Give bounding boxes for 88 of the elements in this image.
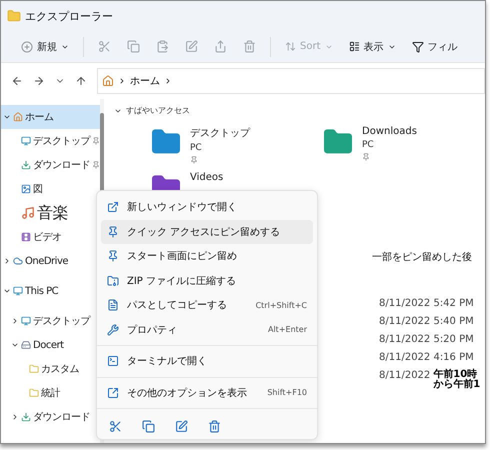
sidebar-item[interactable]: カスタム	[1, 357, 100, 381]
paste-icon	[156, 40, 169, 53]
open-window-icon	[107, 201, 119, 214]
pin-icon	[107, 226, 119, 238]
chevron-down-icon[interactable]	[3, 113, 11, 121]
menu-item[interactable]: スタート画面にピン留め	[101, 244, 313, 268]
plus-icon	[21, 40, 33, 52]
section-title: すばやいアクセス	[126, 105, 190, 116]
new-button[interactable]: 新規	[15, 38, 75, 56]
rename-icon[interactable]	[175, 420, 188, 433]
delete-icon[interactable]	[208, 420, 221, 433]
address-bar[interactable]: ホーム	[97, 68, 485, 94]
up-icon[interactable]	[75, 75, 87, 87]
cut-icon[interactable]	[109, 420, 122, 433]
terminal-icon	[107, 355, 119, 368]
monitor-icon	[21, 136, 31, 146]
date-text: 8/11/2022 4:16 PM	[379, 352, 474, 363]
chevron-right-icon	[164, 77, 172, 85]
view-button[interactable]: 表示	[342, 38, 402, 56]
sidebar-item[interactable]: ダウンロード	[1, 405, 100, 429]
sidebar-item[interactable]: 音楽	[1, 201, 100, 225]
home-icon	[13, 112, 23, 122]
sidebar-item[interactable]: デスクトップ	[1, 309, 100, 333]
sort-icon	[285, 41, 296, 52]
tile-location: PC	[362, 140, 375, 150]
download-icon	[21, 412, 31, 422]
sidebar-item[interactable]: Docert	[1, 333, 100, 357]
home-icon	[102, 75, 114, 87]
cloud-icon	[13, 256, 23, 266]
share-icon	[214, 40, 227, 53]
picture-icon	[21, 184, 31, 194]
document-icon	[107, 299, 119, 312]
menu-item[interactable]: ターミナルで開く	[101, 349, 313, 374]
music-icon	[21, 206, 35, 220]
film-icon	[21, 232, 31, 242]
wrench-icon	[107, 324, 119, 336]
window-title: エクスプローラー	[25, 8, 113, 24]
copy-icon[interactable]	[142, 420, 155, 433]
forward-icon[interactable]	[33, 75, 45, 87]
tile-name[interactable]: デスクトップ	[190, 126, 250, 140]
sidebar-item[interactable]: This PC	[1, 279, 100, 303]
tile-name[interactable]: Videos	[190, 172, 224, 183]
date-text: 8/11/2022	[379, 370, 430, 381]
drive-icon	[21, 340, 31, 350]
chevron-down-icon[interactable]	[11, 341, 19, 349]
tile-location: PC	[190, 143, 203, 153]
tile-name[interactable]: Downloads	[362, 126, 417, 137]
menu-item[interactable]: その他のオプションを表示 Shift+F10	[101, 380, 313, 405]
menu-item[interactable]: ZIP ファイルに圧縮する	[101, 268, 313, 293]
zip-folder-icon	[107, 274, 119, 287]
menu-item[interactable]: 新しいウィンドウで開く	[101, 195, 313, 220]
date-text: 8/11/2022 5:20 PM	[379, 334, 474, 345]
menu-item[interactable]: プロパティ Alt+Enter	[101, 318, 313, 342]
sidebar-item[interactable]: 統計	[1, 381, 100, 405]
rename-icon	[185, 40, 198, 53]
folder-icon	[7, 9, 21, 23]
copy-icon	[127, 40, 140, 53]
filter-button[interactable]: フィル	[406, 38, 464, 56]
folder-icon	[29, 364, 39, 374]
date-text: 8/11/2022 5:40 PM	[379, 316, 474, 327]
delete-icon	[243, 40, 256, 53]
folder-icon	[29, 388, 39, 398]
sidebar-item[interactable]: ホーム	[1, 105, 100, 129]
list-icon	[348, 41, 360, 52]
sidebar-item[interactable]: 図	[1, 177, 100, 201]
chevron-down-icon[interactable]	[3, 287, 11, 295]
sidebar-item[interactable]: ビデオ	[1, 225, 100, 249]
more-options-icon	[107, 386, 119, 399]
back-icon[interactable]	[11, 75, 23, 87]
chevron-right-icon	[118, 77, 126, 85]
cut-icon	[98, 40, 111, 53]
monitor-icon	[21, 316, 31, 326]
chevron-right-icon[interactable]	[11, 413, 19, 421]
chevron-right-icon[interactable]	[3, 257, 11, 265]
sidebar-item[interactable]: OneDrive	[1, 249, 100, 273]
date-text: 8/11/2022 5:42 PM	[379, 298, 474, 309]
download-icon	[21, 160, 31, 170]
breadcrumb[interactable]: ホーム	[130, 74, 160, 88]
sidebar-item[interactable]: デスクトップ	[1, 129, 100, 153]
menu-item[interactable]: クイック アクセスにピン留めする	[101, 220, 313, 244]
monitor-icon	[13, 286, 23, 296]
annotation-text: 一部をピン留めした後	[372, 250, 472, 264]
menu-item[interactable]: パスとしてコピーする Ctrl+Shift+C	[101, 293, 313, 318]
chevron-right-icon[interactable]	[11, 317, 19, 325]
sidebar-item[interactable]: ダウンロード	[1, 153, 100, 177]
filter-icon	[412, 40, 424, 52]
note-text: 午前10時から午前1	[433, 370, 482, 390]
pin-icon	[107, 250, 119, 262]
